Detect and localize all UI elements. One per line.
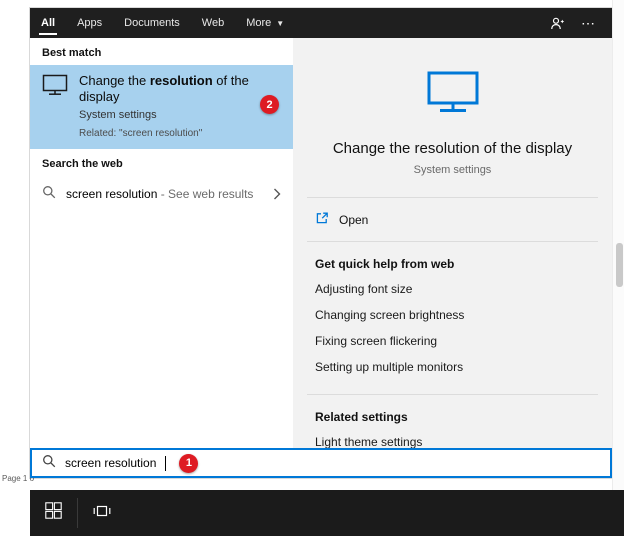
document-scrollbar[interactable] [612,0,624,490]
quick-help-link[interactable]: Adjusting font size [293,277,612,303]
search-query-text: screen resolution [65,456,156,470]
windows-logo-icon [45,502,62,524]
results-panel: Best match Change the resolution of the … [30,38,293,448]
quick-help-link[interactable]: Setting up multiple monitors [293,355,612,381]
search-results-area: Best match Change the resolution of the … [30,38,612,448]
web-suggestion-row[interactable]: screen resolution - See web results [30,176,293,211]
search-input[interactable]: screen resolution 1 [30,448,612,478]
search-tabs-bar: All Apps Documents Web More ▼ ⋯ [30,8,612,38]
display-monitor-icon [427,70,479,119]
web-suggestion-text: screen resolution - See web results [66,187,253,201]
quick-help-link[interactable]: Changing screen brightness [293,303,612,329]
tab-more-label: More [246,17,271,29]
tabs-spacer [295,8,550,38]
best-match-result[interactable]: Change the resolution of the display Sys… [30,65,293,149]
best-match-label: Best match [30,38,293,65]
search-web-label: Search the web [30,149,293,176]
open-label: Open [339,213,368,227]
screen: Page 1 o All Apps Documents Web More ▼ [0,0,624,536]
search-window: All Apps Documents Web More ▼ ⋯ [30,8,612,478]
open-command[interactable]: Open [293,198,612,241]
text-cursor [165,456,166,471]
preview-subtitle: System settings [293,164,612,176]
tab-documents[interactable]: Documents [113,8,191,38]
display-settings-icon [42,73,68,140]
preview-title: Change the resolution of the display [293,140,612,157]
open-icon [315,211,329,228]
quick-help-link[interactable]: Fixing screen flickering [293,329,612,355]
related-settings-heading: Related settings [293,395,612,430]
best-match-related: Related: "screen resolution" [79,128,254,140]
best-match-text: Change the resolution of the display Sys… [79,73,254,140]
tab-all[interactable]: All [30,8,66,38]
quick-help-heading: Get quick help from web [293,242,612,277]
best-match-subtitle: System settings [79,109,254,122]
annotation-badge-1: 1 [179,454,198,473]
document-page-edge: Page 1 o [0,0,30,536]
start-button[interactable] [30,490,77,536]
chevron-right-icon[interactable] [273,188,281,200]
scrollbar-thumb[interactable] [616,243,623,287]
tab-apps[interactable]: Apps [66,8,113,38]
tab-more[interactable]: More ▼ [235,8,295,38]
task-view-button[interactable] [78,490,125,536]
more-options-icon[interactable]: ⋯ [581,16,596,30]
tab-web[interactable]: Web [191,8,235,38]
best-match-title: Change the resolution of the display [79,73,254,105]
search-icon [42,185,56,202]
chevron-down-icon: ▼ [276,19,284,28]
task-view-icon [93,503,111,524]
account-icon[interactable] [550,16,565,31]
taskbar [30,490,624,536]
search-icon [42,454,56,473]
related-settings-link[interactable]: Light theme settings [293,430,612,448]
preview-panel: Change the resolution of the display Sys… [293,38,612,448]
annotation-badge-2: 2 [260,95,279,114]
